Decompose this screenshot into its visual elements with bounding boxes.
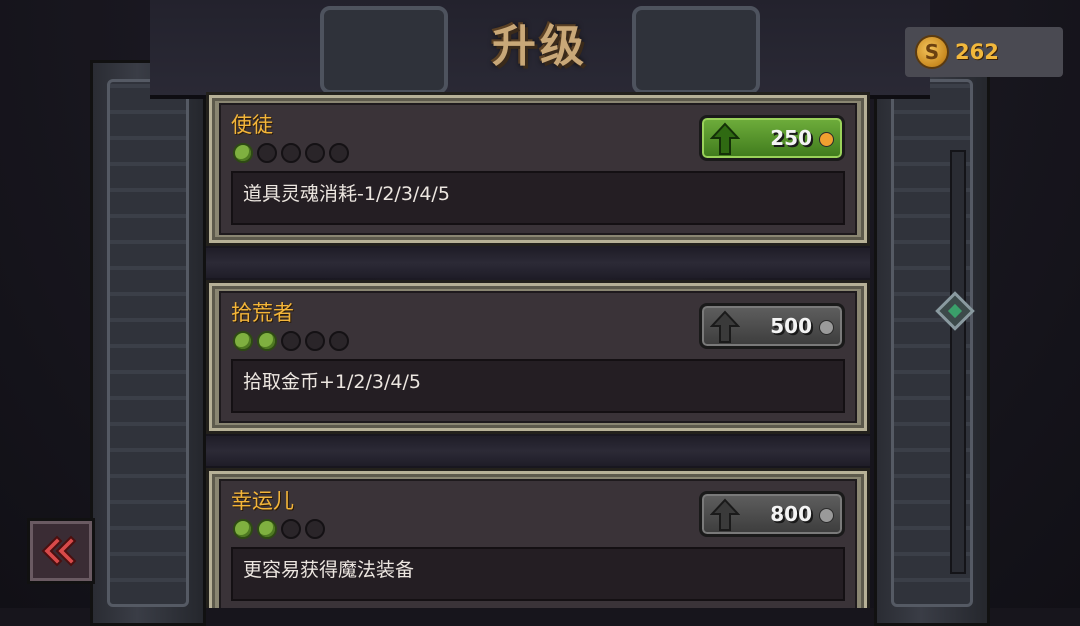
upgrade-arrow-icon xyxy=(710,310,740,343)
level-dot-empty xyxy=(281,143,301,163)
upgrade-arrow-icon xyxy=(710,498,740,531)
buy-upgrade-button[interactable]: 500 xyxy=(699,303,845,349)
upgrade-name: 拾荒者 xyxy=(231,301,294,325)
level-dot-empty xyxy=(281,331,301,351)
description-box: 道具灵魂消耗-1/2/3/4/5 xyxy=(231,171,845,225)
level-indicator xyxy=(233,143,349,163)
level-dot-empty xyxy=(329,331,349,351)
upgrade-description: 拾取金币+1/2/3/4/5 xyxy=(243,371,421,393)
level-dot-empty xyxy=(305,331,325,351)
scrollbar-track[interactable] xyxy=(950,150,966,574)
upgrade-card: 使徒 道具灵魂消耗-1/2/3/4/5 250 xyxy=(206,92,870,246)
upgrade-card: 拾荒者 拾取金币+1/2/3/4/5 500 xyxy=(206,280,870,434)
level-dot-empty xyxy=(281,519,301,539)
level-dot-empty xyxy=(305,519,325,539)
coin-counter: S 262 xyxy=(905,27,1063,77)
level-dot-empty xyxy=(329,143,349,163)
upgrade-name: 使徒 xyxy=(231,113,273,137)
description-box: 拾取金币+1/2/3/4/5 xyxy=(231,359,845,413)
upgrade-price: 800 xyxy=(770,502,812,526)
level-dot-filled xyxy=(257,331,277,351)
description-box: 更容易获得魔法装备 xyxy=(231,547,845,601)
price-coin-icon xyxy=(819,508,834,523)
back-button[interactable] xyxy=(27,518,95,584)
upgrade-description: 道具灵魂消耗-1/2/3/4/5 xyxy=(243,183,450,205)
price-coin-icon xyxy=(819,320,834,335)
coin-amount: 262 xyxy=(955,40,999,64)
upgrade-arrow-icon xyxy=(710,122,740,155)
price-coin-icon xyxy=(819,132,834,147)
buy-upgrade-button[interactable]: 800 xyxy=(699,491,845,537)
level-dot-empty xyxy=(257,143,277,163)
upgrade-description: 更容易获得魔法装备 xyxy=(243,559,415,581)
upgrade-price: 500 xyxy=(770,314,812,338)
card-separator xyxy=(206,248,870,278)
level-dot-filled xyxy=(233,331,253,351)
level-dot-filled xyxy=(257,519,277,539)
left-pillar xyxy=(90,60,206,626)
upgrade-name: 幸运儿 xyxy=(231,489,294,513)
level-indicator xyxy=(233,331,349,351)
buy-upgrade-button[interactable]: 250 xyxy=(699,115,845,161)
coin-icon: S xyxy=(915,35,949,69)
level-dot-filled xyxy=(233,519,253,539)
level-dot-empty xyxy=(305,143,325,163)
upgrade-card: 幸运儿 更容易获得魔法装备 800 xyxy=(206,468,870,608)
level-indicator xyxy=(233,519,325,539)
right-pillar xyxy=(874,60,990,626)
back-arrow-icon xyxy=(41,535,77,567)
level-dot-filled xyxy=(233,143,253,163)
upgrade-price: 250 xyxy=(770,126,812,150)
upgrade-list[interactable]: 使徒 道具灵魂消耗-1/2/3/4/5 250 拾荒者 拾取金币+1/2/3/4… xyxy=(206,92,870,608)
card-separator xyxy=(206,436,870,466)
